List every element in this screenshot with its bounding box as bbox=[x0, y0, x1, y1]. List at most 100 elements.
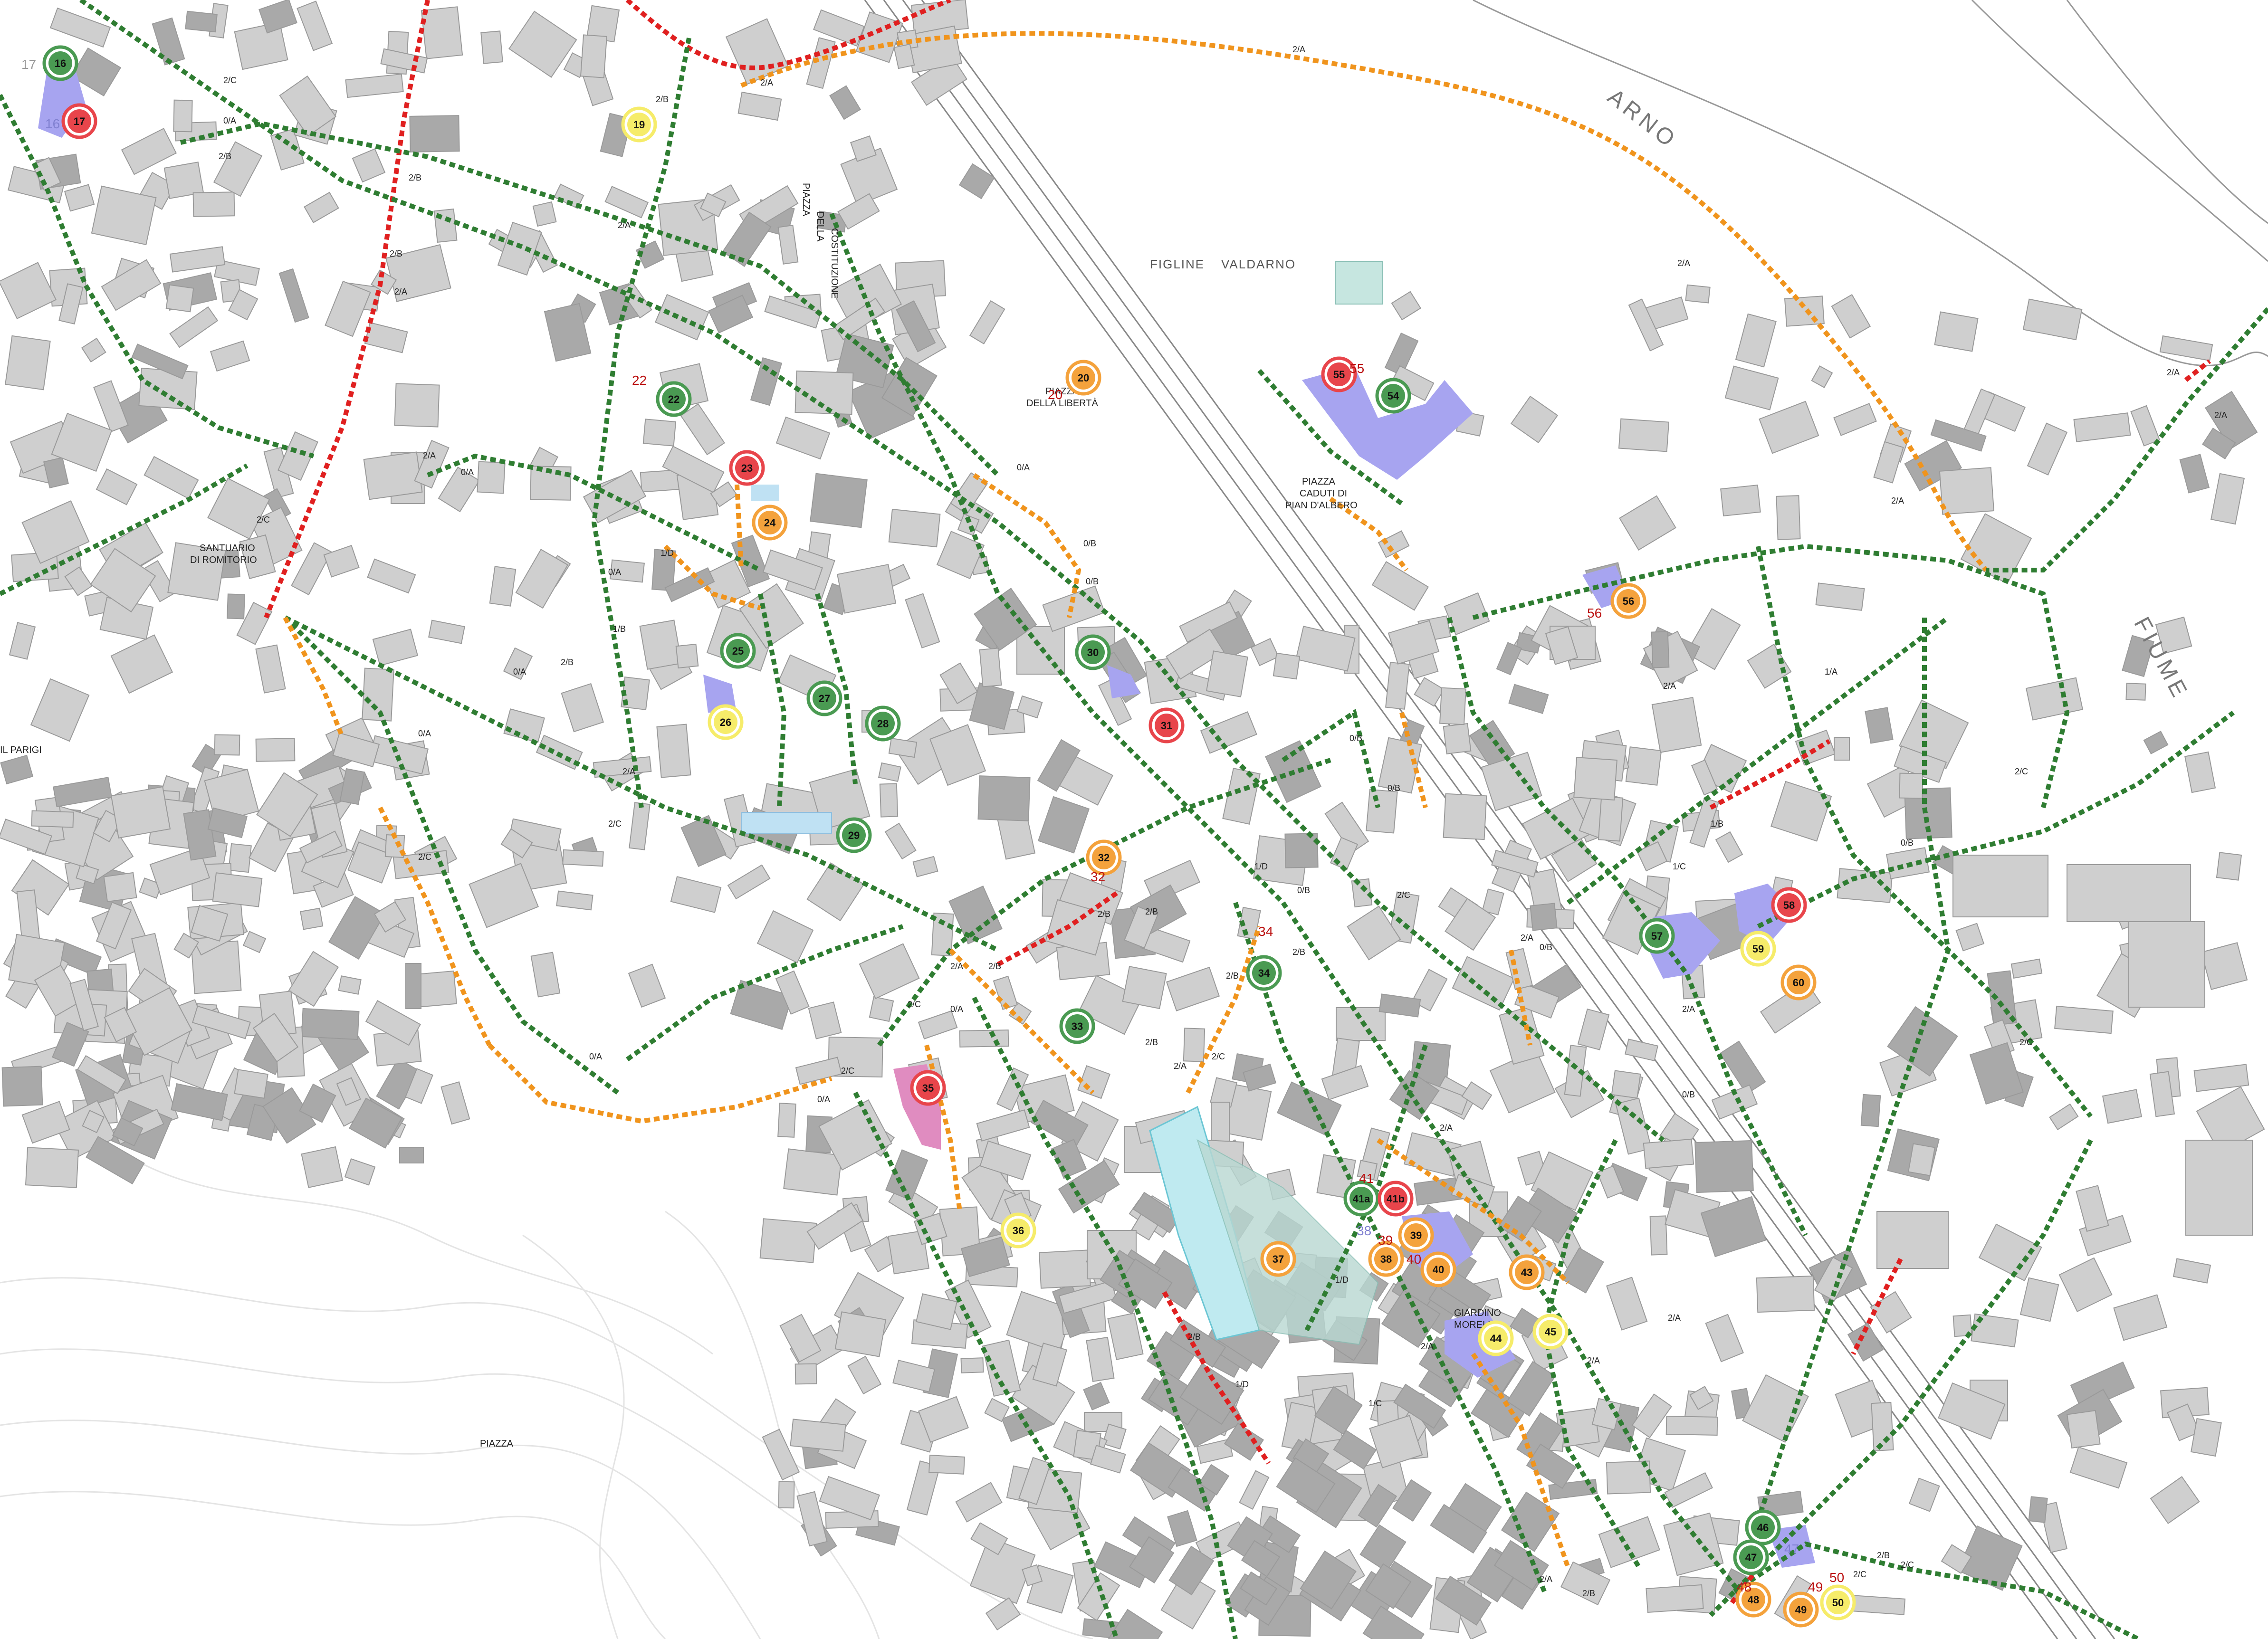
poi-marker-57[interactable]: 57 bbox=[1639, 918, 1675, 954]
poi-marker-36[interactable]: 36 bbox=[1000, 1212, 1036, 1248]
building bbox=[405, 963, 421, 1009]
poi-marker-43[interactable]: 43 bbox=[1509, 1254, 1545, 1290]
poi-marker-35[interactable]: 35 bbox=[910, 1070, 946, 1106]
poi-marker-38[interactable]: 38 bbox=[1368, 1241, 1404, 1277]
building bbox=[173, 99, 193, 133]
map-canvas[interactable]: ARNO FIUME FIGLINE VALDARNO PIAZZA DELLA… bbox=[0, 0, 2268, 1639]
building bbox=[1852, 1595, 1906, 1615]
poi-marker-56[interactable]: 56 bbox=[1610, 583, 1646, 619]
building bbox=[642, 419, 677, 447]
building bbox=[656, 724, 691, 778]
route-code-label: 2/B bbox=[219, 152, 231, 161]
poi-marker-37[interactable]: 37 bbox=[1260, 1241, 1296, 1277]
poi-marker-31[interactable]: 31 bbox=[1148, 707, 1185, 743]
building bbox=[794, 1363, 817, 1385]
poi-marker-25[interactable]: 25 bbox=[720, 633, 756, 669]
poi-marker-40[interactable]: 40 bbox=[1420, 1251, 1456, 1287]
building bbox=[185, 10, 218, 33]
lightblue-area bbox=[751, 485, 779, 501]
building bbox=[532, 201, 557, 227]
poi-marker-39[interactable]: 39 bbox=[1398, 1217, 1434, 1253]
poi-marker-16[interactable]: 16 bbox=[42, 45, 78, 81]
poi-marker-46[interactable]: 46 bbox=[1745, 1509, 1781, 1545]
building bbox=[1122, 966, 1167, 1010]
label-figline: FIGLINE bbox=[1150, 257, 1205, 271]
route-code-label: 2/C bbox=[2015, 767, 2028, 776]
route-code-label: 2/A bbox=[1540, 1574, 1552, 1584]
poi-marker-30[interactable]: 30 bbox=[1075, 634, 1111, 670]
label-piazza-costituzione-3: COSTITUZIONE bbox=[829, 228, 840, 299]
poi-marker-26[interactable]: 26 bbox=[708, 704, 744, 740]
building bbox=[580, 34, 608, 78]
poi-marker-49[interactable]: 49 bbox=[1783, 1591, 1819, 1628]
route-code-label: 1/D bbox=[1235, 1380, 1249, 1389]
building bbox=[639, 619, 682, 670]
poi-marker-47[interactable]: 47 bbox=[1733, 1539, 1769, 1575]
poi-number: 59 bbox=[1752, 943, 1764, 955]
building bbox=[1784, 295, 1825, 327]
poi-marker-19[interactable]: 19 bbox=[621, 106, 657, 143]
poi-marker-28[interactable]: 28 bbox=[865, 705, 901, 742]
building bbox=[778, 1481, 795, 1509]
building bbox=[25, 1147, 79, 1188]
route-code-label: 2/C bbox=[1397, 890, 1410, 900]
poi-number: 43 bbox=[1521, 1267, 1532, 1278]
building bbox=[103, 872, 137, 903]
poi-marker-20[interactable]: 20 bbox=[1065, 360, 1101, 396]
route-code-label: 0/A bbox=[223, 116, 236, 125]
poi-number: 27 bbox=[819, 693, 830, 705]
poi-marker-54[interactable]: 54 bbox=[1375, 378, 1411, 414]
route-code-label: 2/B bbox=[656, 95, 669, 104]
poi-marker-58[interactable]: 58 bbox=[1771, 887, 1807, 923]
route-code-label: 0/A bbox=[461, 467, 474, 477]
poi-number: 35 bbox=[922, 1082, 934, 1094]
building bbox=[777, 1103, 796, 1138]
building bbox=[165, 284, 194, 313]
route-code-label: 2/B bbox=[988, 962, 1001, 971]
route-code-label: 2/C bbox=[1901, 1560, 1914, 1570]
building bbox=[1443, 723, 1472, 754]
poi-marker-50[interactable]: 50 bbox=[1820, 1584, 1856, 1620]
building bbox=[1039, 1249, 1091, 1289]
building bbox=[810, 473, 868, 528]
poi-marker-29[interactable]: 29 bbox=[836, 817, 872, 853]
label-piazza-bottom: PIAZZA bbox=[480, 1439, 514, 1449]
poi-side-number: 20 bbox=[1048, 387, 1062, 402]
route-code-label: 0/B bbox=[1086, 577, 1099, 586]
label-il-parigi: IL PARIGI bbox=[0, 745, 42, 755]
poi-marker-22[interactable]: 22 bbox=[656, 381, 692, 417]
poi-marker-41a[interactable]: 41a bbox=[1343, 1181, 1379, 1217]
poi-marker-23[interactable]: 23 bbox=[729, 450, 765, 486]
poi-number: 23 bbox=[741, 462, 753, 474]
route-code-label: 2/A bbox=[1677, 258, 1690, 268]
building bbox=[409, 115, 460, 152]
poi-marker-33[interactable]: 33 bbox=[1059, 1008, 1095, 1044]
poi-marker-45[interactable]: 45 bbox=[1532, 1314, 1569, 1350]
building bbox=[138, 367, 198, 410]
route-code-label: 1/D bbox=[1254, 862, 1268, 871]
poi-number: 49 bbox=[1795, 1604, 1807, 1616]
poi-number: 25 bbox=[732, 645, 744, 657]
poi-marker-34[interactable]: 34 bbox=[1246, 955, 1282, 991]
poi-number: 41a bbox=[1353, 1193, 1370, 1205]
building bbox=[338, 975, 362, 995]
poi-side-number: 47 bbox=[1784, 1542, 1799, 1556]
poi-marker-27[interactable]: 27 bbox=[806, 680, 842, 716]
poi-marker-24[interactable]: 24 bbox=[752, 505, 788, 541]
building bbox=[234, 1069, 268, 1099]
poi-marker-44[interactable]: 44 bbox=[1478, 1320, 1514, 1356]
route-code-label: 2/A bbox=[622, 767, 635, 776]
building bbox=[31, 810, 74, 828]
building bbox=[2125, 683, 2146, 701]
route-code-label: 2/A bbox=[1668, 1313, 1681, 1323]
poi-marker-41b[interactable]: 41b bbox=[1378, 1181, 1414, 1217]
poi-marker-60[interactable]: 60 bbox=[1780, 964, 1817, 1001]
route-code-label: 1/D bbox=[1335, 1275, 1349, 1285]
building bbox=[1183, 1028, 1206, 1062]
route-code-label: 2/A bbox=[1292, 45, 1305, 54]
poi-marker-17[interactable]: 17 bbox=[61, 103, 97, 139]
poi-marker-32[interactable]: 32 bbox=[1086, 839, 1122, 876]
poi-number: 40 bbox=[1433, 1264, 1444, 1276]
poi-marker-59[interactable]: 59 bbox=[1740, 931, 1776, 967]
building bbox=[1876, 1211, 1949, 1269]
